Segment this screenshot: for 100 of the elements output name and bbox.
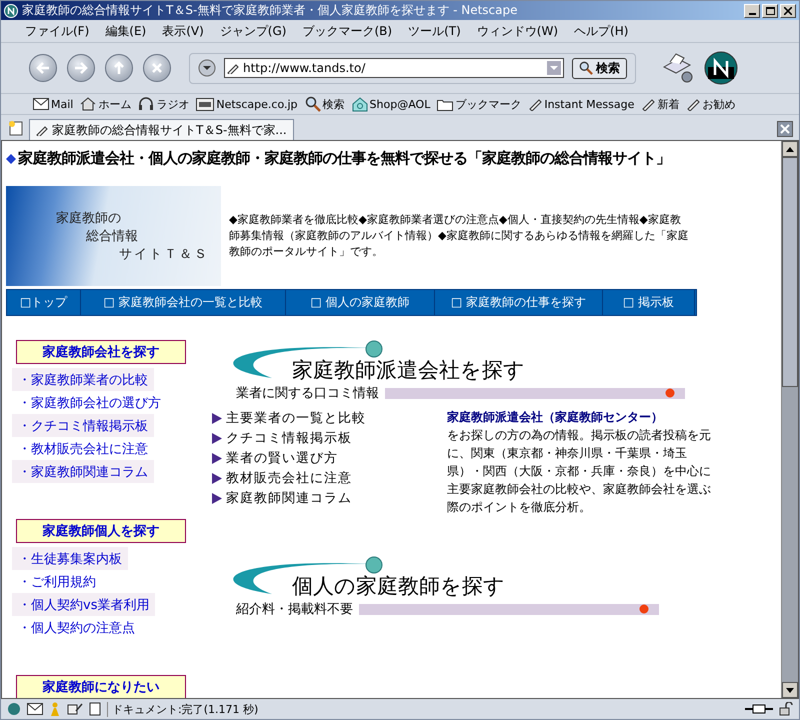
up-arrow-icon [786,146,794,152]
triangle-icon [212,472,222,484]
close-icon [780,124,790,134]
section-subtitle: 業者に関する口コミ情報 [236,385,379,402]
status-text: ドキュメント:完了(1.171 秒) [107,702,739,716]
dropdown-icon [547,61,561,75]
sidebar-link[interactable]: ・家庭教師業者の比較 [12,368,154,391]
lock-icon [779,702,793,716]
section-link[interactable]: 家庭教師関連コラム [212,488,437,508]
bookmark-item[interactable]: ラジオ [136,96,192,112]
minimize-button[interactable] [744,4,760,18]
scroll-thumb[interactable] [782,157,798,387]
close-tab-button[interactable] [777,121,793,137]
scroll-down-button[interactable] [782,682,798,698]
nav-link[interactable]: □ 個人の家庭教師 [286,290,435,315]
dropdown-icon[interactable] [198,59,216,77]
search-icon [579,61,593,75]
bookmark-item[interactable]: 新着 [639,96,682,112]
maximize-button[interactable] [762,4,778,18]
composer-icon[interactable] [67,702,83,716]
down-arrow-icon [786,688,794,692]
nav-link[interactable]: □ 家庭教師会社の一覧と比較 [81,290,286,315]
bookmark-item[interactable]: ホーム [78,96,134,112]
menu-item[interactable]: ブックマーク(B) [294,22,400,40]
sidebar-link[interactable]: ・個人契約vs業者利用 [12,593,156,616]
diamond-icon [6,154,16,164]
nav-link[interactable]: □ 家庭教師の仕事を探す [435,290,603,315]
sidebar-heading: 家庭教師になりたい [16,675,186,698]
scroll-up-button[interactable] [782,141,798,157]
home-icon [80,97,96,111]
nav-link[interactable]: □トップ [7,290,81,315]
sidebar-link[interactable]: ・ご利用規約 [12,570,102,593]
bookmark-item[interactable]: Mail [31,98,76,110]
triangle-icon [212,412,222,424]
dot-icon [665,388,675,398]
sidebar-heading: 家庭教師会社を探す [16,340,186,364]
page-heading: 家庭教師派遣会社・個人の家庭教師・家庭教師の仕事を無料で探せる「家庭教師の総合情報サイト」 [18,149,670,168]
close-icon [151,62,163,74]
navigator-icon[interactable] [7,702,21,716]
bookmark-icon [36,124,48,136]
headphones-icon [138,97,154,111]
menu-item[interactable]: 編集(E) [97,22,154,40]
section-subtitle: 紹介料・掲載料不要 [236,601,353,618]
site-banner: 家庭教師の 総合情報 サイトＴ＆Ｓ [6,186,221,286]
reload-button[interactable] [105,54,133,82]
badge-icon [196,98,214,110]
menu-item[interactable]: ファイル(F) [17,22,98,40]
address-field[interactable]: http://www.tands.to/ [224,58,564,78]
section-link[interactable]: 業者の賢い選び方 [212,448,437,468]
bookmark-icon [528,97,542,111]
right-arrow-icon [74,62,88,74]
menu-item[interactable]: ジャンプ(G) [212,22,294,40]
nav-link[interactable]: □ 掲示板 [603,290,695,315]
section-link[interactable]: 教材販売会社に注意 [212,468,437,488]
sidebar-link[interactable]: ・生徒募集案内板 [12,547,128,570]
browser-tab[interactable]: 家庭教師の総合情報サイトT＆S-無料で家... [29,119,294,140]
bookmark-item[interactable]: ブックマーク [435,96,524,112]
sidebar-link[interactable]: ・家庭教師関連コラム [12,460,154,483]
sidebar-link[interactable]: ・個人契約の注意点 [12,616,141,639]
menu-item[interactable]: ヘルプ(H) [566,22,636,40]
folder-icon [437,98,454,110]
feature-text: をお探しの方の為の情報。掲示板の読者投稿を元に、関東（東京都・神奈川県・千葉県・埼玉県）・関西（大阪・京都・兵庫・奈良）を中心に主要家庭教師会社の比較や、家庭教師会社を選ぶ際のポイントを徹底分析。 [447,427,712,516]
section-link[interactable]: クチコミ情報掲示板 [212,428,437,448]
search-button[interactable]: 検索 [572,58,627,78]
mail-icon[interactable] [27,703,43,715]
section-title: 個人の家庭教師を探す [292,573,505,600]
netscape-logo[interactable] [704,51,738,85]
intro-text: ◆家庭教師業者を徹底比較◆家庭教師業者選びの注意点◆個人・直接契約の先生情報◆家庭教師募集情報（家庭教師のアルバイト情報）◆家庭教師に関するあらゆる情報を網羅した「家庭教師のポータルサイト」です。 [229,212,689,260]
bookmark-item[interactable]: Shop@AOL [350,96,432,112]
sidebar-link[interactable]: ・家庭教師会社の選び方 [12,391,167,414]
back-button[interactable] [29,54,57,82]
bookmark-item[interactable]: 検索 [302,96,347,112]
house-icon [352,96,368,112]
menu-item[interactable]: ウィンドウ(W) [468,22,566,40]
bookmark-icon [641,97,656,111]
bookmark-item[interactable]: Instant Message [526,97,636,111]
left-arrow-icon [36,62,50,74]
feature-link[interactable]: 家庭教師派遣会社（家庭教師センター） [447,408,717,426]
up-arrow-icon [113,61,125,75]
triangle-icon [212,432,222,444]
sidebar-link[interactable]: ・クチコミ情報掲示板 [12,414,154,437]
bookmark-item[interactable]: Netscape.co.jp [194,98,300,110]
section-title: 家庭教師派遣会社を探す [292,357,525,384]
section-link[interactable]: 主要業者の一覧と比較 [212,408,437,428]
menu-item[interactable]: ツール(T) [400,22,469,40]
close-icon [784,6,792,14]
window-title: 家庭教師の総合情報サイトT＆S-無料で家庭教師業者・個人家庭教師を探せます - Netscape [22,2,519,19]
menu-item[interactable]: 表示(V) [154,22,212,40]
close-button[interactable] [780,4,796,18]
notebook-icon[interactable] [89,702,101,716]
stop-button[interactable] [143,54,171,82]
maximize-icon [766,6,774,14]
triangle-icon [212,492,222,504]
new-tab-icon[interactable] [7,119,25,137]
search-icon [304,96,321,112]
app-icon [4,4,18,18]
sidebar-link[interactable]: ・教材販売会社に注意 [12,437,154,460]
bookmark-item[interactable]: お勧め [684,96,738,112]
forward-button[interactable] [67,54,95,82]
dot-icon [639,604,649,614]
